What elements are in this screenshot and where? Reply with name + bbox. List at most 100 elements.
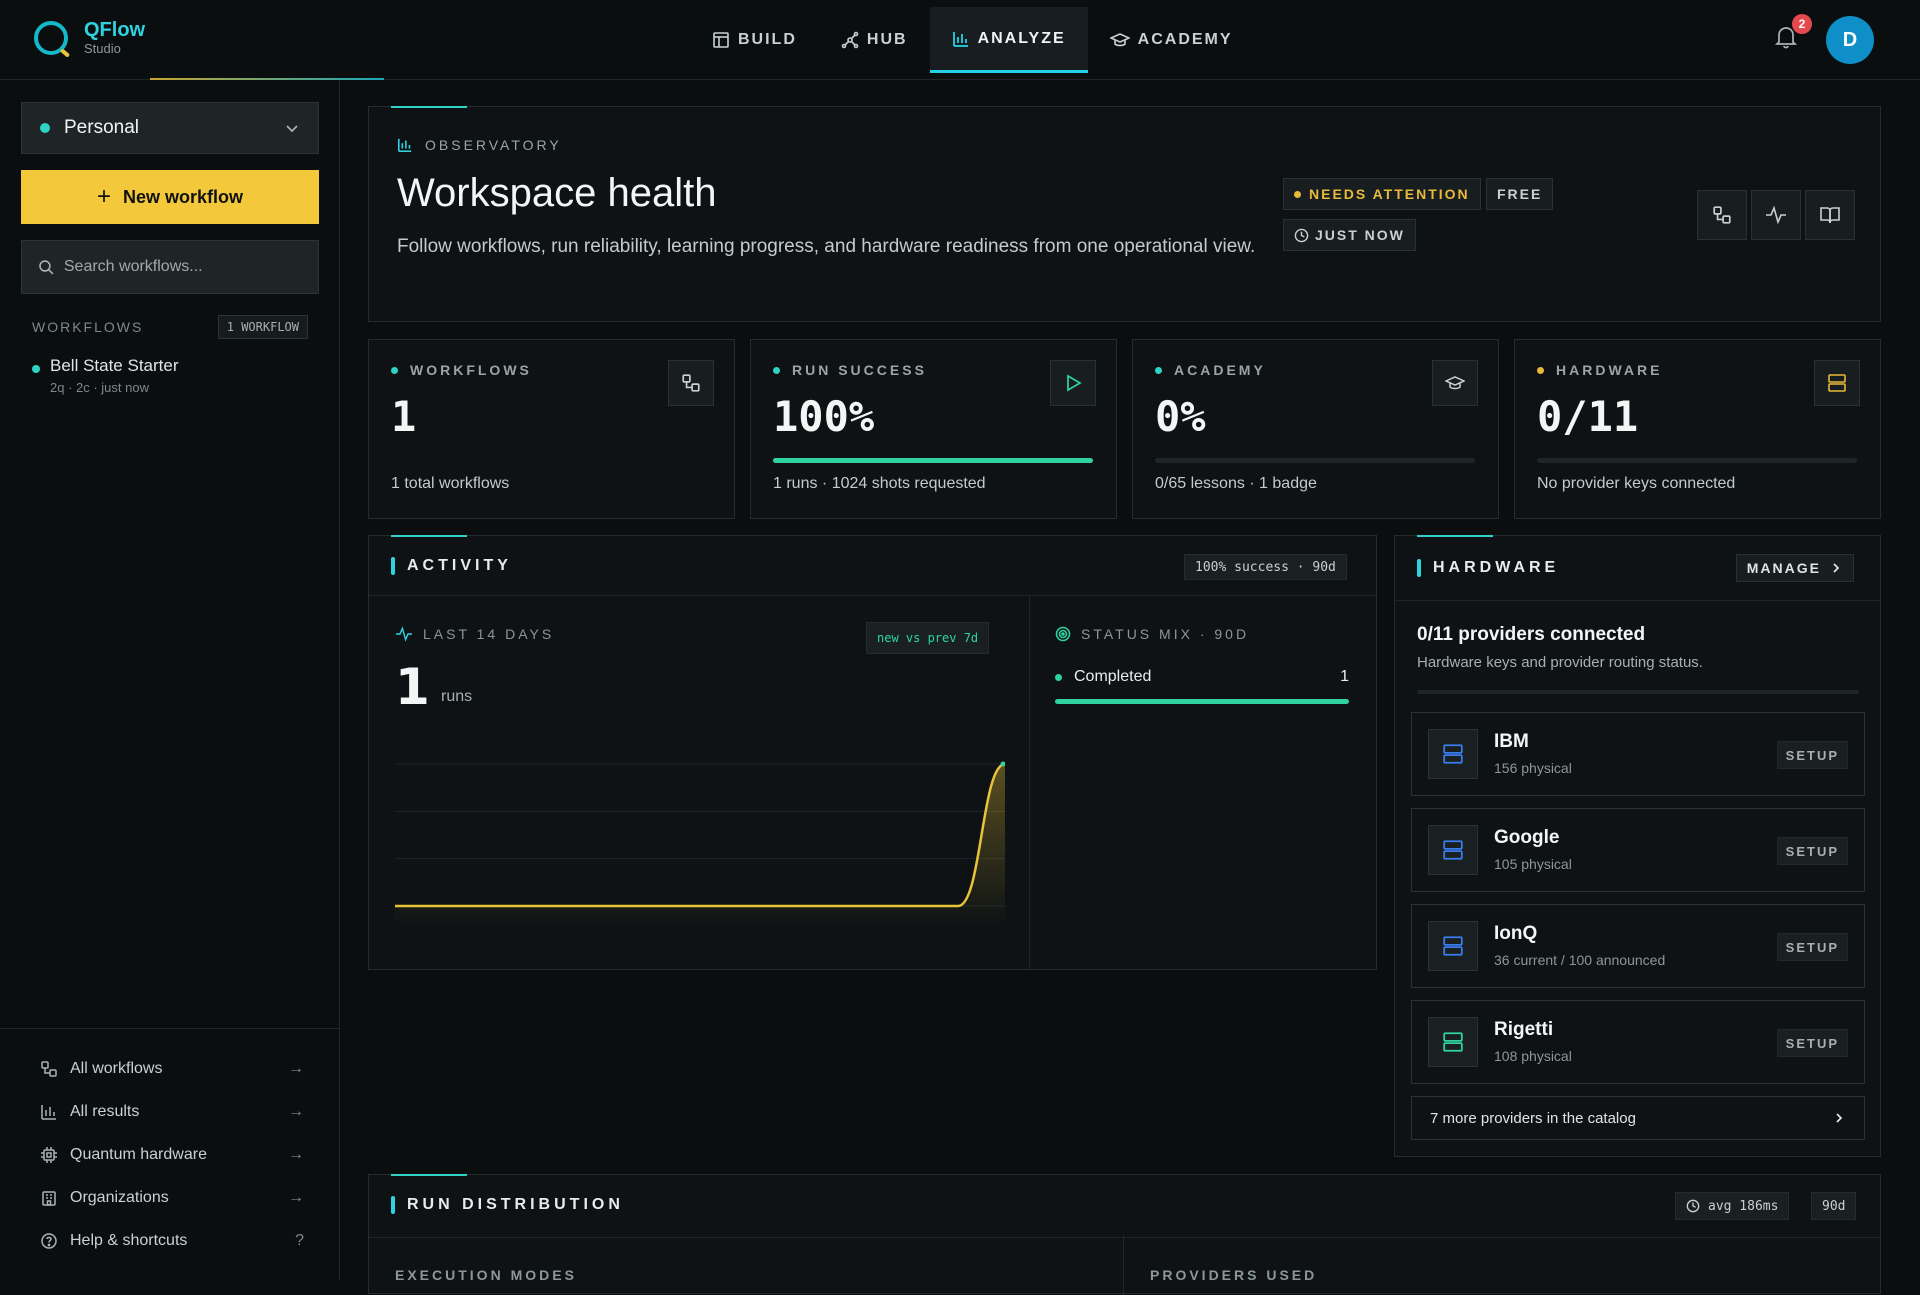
workflow-name: Bell State Starter xyxy=(50,356,179,375)
provider-detail: 108 physical xyxy=(1494,1048,1572,1064)
stat-card-workflows[interactable]: WORKFLOWS 1 1 total workflows xyxy=(368,339,735,519)
divider xyxy=(369,595,1376,596)
needs-attention-badge: NEEDS ATTENTION xyxy=(1283,178,1481,210)
provider-card-google[interactable]: Google 105 physical SETUP xyxy=(1411,808,1865,892)
setup-button[interactable]: SETUP xyxy=(1776,1029,1848,1057)
app-logo[interactable]: QFlow Studio xyxy=(34,20,145,56)
app-subtitle: Studio xyxy=(84,41,121,56)
provider-card-rigetti[interactable]: Rigetti 108 physical SETUP xyxy=(1411,1000,1865,1084)
more-providers-label: 7 more providers in the catalog xyxy=(1430,1109,1636,1127)
tab-build-label: BUILD xyxy=(738,31,797,48)
stat-footnote: 1 runs · 1024 shots requested xyxy=(773,475,986,492)
sidebar-link-quantum-hardware[interactable]: Quantum hardware → xyxy=(0,1133,340,1176)
tab-academy-label: ACADEMY xyxy=(1137,31,1233,48)
tab-hub[interactable]: HUB xyxy=(819,7,930,73)
divider xyxy=(1395,600,1880,601)
tab-analyze[interactable]: ANALYZE xyxy=(929,7,1088,73)
search-input[interactable] xyxy=(63,258,302,276)
plus-icon: + xyxy=(96,183,111,210)
stat-footnote: No provider keys connected xyxy=(1537,475,1736,492)
last-14-days-label: LAST 14 DAYS xyxy=(395,626,554,642)
hardware-panel: HARDWARE MANAGE 0/11 providers connected… xyxy=(1394,535,1881,1157)
panel-accent xyxy=(1417,535,1493,537)
activity-success-tag: 100% success · 90d xyxy=(1184,554,1347,580)
workflows-shortcut-button[interactable] xyxy=(1697,190,1747,240)
new-workflow-button[interactable]: + New workflow xyxy=(21,170,319,224)
eyebrow-label: OBSERVATORY xyxy=(425,137,562,153)
chip-icon xyxy=(41,1146,57,1163)
setup-button[interactable]: SETUP xyxy=(1776,741,1848,769)
manage-hardware-button[interactable]: MANAGE xyxy=(1735,554,1854,582)
stat-progress-fill xyxy=(773,458,1093,463)
observatory-panel: OBSERVATORY Workspace health Follow work… xyxy=(368,106,1881,322)
panel-accent xyxy=(391,106,467,108)
activity-header: ACTIVITY xyxy=(391,536,512,596)
activity-shortcut-button[interactable] xyxy=(1751,190,1801,240)
setup-button[interactable]: SETUP xyxy=(1776,933,1848,961)
sidebar-link-all-workflows[interactable]: All workflows → xyxy=(0,1047,340,1090)
stat-card-hardware[interactable]: HARDWARE 0/11 No provider keys connected xyxy=(1514,339,1881,519)
tab-analyze-label: ANALYZE xyxy=(977,29,1066,47)
sidebar: Personal + New workflow WORKFLOWS 1 WORK… xyxy=(0,80,340,1280)
chart-area-fill xyxy=(395,764,1005,926)
bar-chart-icon xyxy=(397,138,412,153)
stat-label: RUN SUCCESS xyxy=(773,362,927,378)
provider-card-ibm[interactable]: IBM 156 physical SETUP xyxy=(1411,712,1865,796)
setup-button[interactable]: SETUP xyxy=(1776,837,1848,865)
sidebar-link-label: Help & shortcuts xyxy=(70,1231,188,1249)
sidebar-link-help[interactable]: Help & shortcuts ? xyxy=(0,1219,340,1262)
provider-name: Rigetti xyxy=(1494,1019,1554,1040)
provider-name: IBM xyxy=(1494,731,1529,752)
arrow-right-icon: → xyxy=(288,1102,304,1120)
sidebar-link-all-results[interactable]: All results → xyxy=(0,1090,340,1133)
sidebar-link-organizations[interactable]: Organizations → xyxy=(0,1176,340,1219)
avg-latency-label: avg 186ms xyxy=(1708,1198,1779,1214)
updated-badge: JUST NOW xyxy=(1283,219,1416,251)
server-icon xyxy=(1428,825,1478,875)
stat-footnote: 1 total workflows xyxy=(391,475,510,492)
stat-footnote: 0/65 lessons · 1 badge xyxy=(1155,475,1317,492)
more-providers-link[interactable]: 7 more providers in the catalog xyxy=(1411,1096,1865,1140)
stat-label-text: RUN SUCCESS xyxy=(792,362,927,378)
section-bar xyxy=(391,557,395,575)
workflow-list-item[interactable]: Bell State Starter 2q · 2c · just now xyxy=(32,356,179,395)
workflows-count-badge: 1 WORKFLOW xyxy=(217,315,308,339)
last-days-text: LAST 14 DAYS xyxy=(423,626,555,642)
help-icon xyxy=(41,1232,57,1249)
warning-dot xyxy=(1294,190,1301,198)
notification-count-badge: 2 xyxy=(1792,14,1812,34)
workspace-name: Personal xyxy=(64,117,139,138)
stat-progress-bar xyxy=(773,458,1093,463)
stat-card-run-success[interactable]: RUN SUCCESS 100% 1 runs · 1024 shots req… xyxy=(750,339,1117,519)
target-icon xyxy=(1055,626,1071,642)
building-icon xyxy=(42,1190,56,1206)
docs-shortcut-button[interactable] xyxy=(1805,190,1855,240)
server-icon xyxy=(1828,374,1846,392)
workspace-status-dot xyxy=(40,123,50,133)
stat-card-academy[interactable]: ACADEMY 0% 0/65 lessons · 1 badge xyxy=(1132,339,1499,519)
clock-icon xyxy=(1294,228,1309,242)
plan-badge: FREE xyxy=(1486,178,1554,210)
stat-label-text: HARDWARE xyxy=(1556,362,1663,378)
page-description: Follow workflows, run reliability, learn… xyxy=(397,236,1256,257)
app-name: QFlow xyxy=(84,19,146,41)
observatory-eyebrow: OBSERVATORY xyxy=(397,137,562,153)
providers-used-label: PROVIDERS USED xyxy=(1150,1267,1318,1283)
range-tag[interactable]: 90d xyxy=(1811,1192,1857,1220)
provider-card-ionq[interactable]: IonQ 36 current / 100 announced SETUP xyxy=(1411,904,1865,988)
compare-tag: new vs prev 7d xyxy=(866,622,990,654)
tab-academy[interactable]: ACADEMY xyxy=(1088,7,1255,73)
main-nav: BUILD HUB ANALYZE ACADEMY xyxy=(690,7,1255,73)
status-dot xyxy=(1537,366,1544,374)
tab-build[interactable]: BUILD xyxy=(690,7,819,73)
tab-hub-label: HUB xyxy=(866,31,908,48)
page-title: Workspace health xyxy=(397,171,717,215)
stat-value: 0% xyxy=(1155,392,1206,441)
status-label: Completed xyxy=(1074,668,1152,685)
search-icon xyxy=(39,260,54,275)
divider xyxy=(369,1237,1880,1238)
qflow-logo-icon xyxy=(34,21,68,55)
workspace-selector[interactable]: Personal xyxy=(21,102,319,154)
user-avatar[interactable]: D xyxy=(1826,16,1874,64)
stat-value: 100% xyxy=(773,392,875,441)
